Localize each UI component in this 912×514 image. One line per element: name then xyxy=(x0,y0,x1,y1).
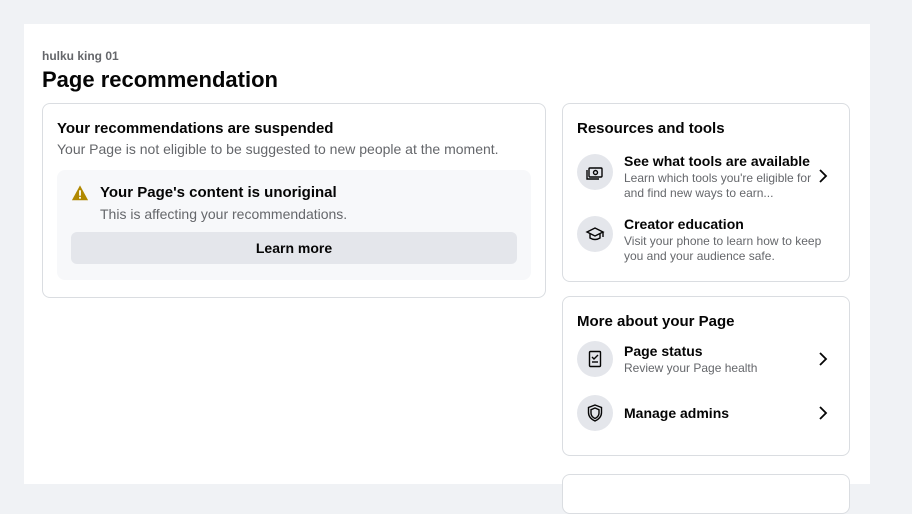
row-subtext: Review your Page health xyxy=(624,361,758,375)
page-owner-name: hulku king 01 xyxy=(42,49,119,63)
icon-container xyxy=(577,341,613,377)
next-card-partial xyxy=(562,474,850,514)
shield-icon xyxy=(587,404,603,422)
resources-heading: Resources and tools xyxy=(577,120,725,137)
page-status-item[interactable]: Page status Review your Page health xyxy=(563,339,849,379)
row-title: Creator education xyxy=(624,216,744,232)
resources-tools-card: Resources and tools See what tools are a… xyxy=(562,103,850,282)
learn-more-button[interactable]: Learn more xyxy=(71,232,517,264)
warning-icon xyxy=(71,185,89,201)
creator-education-item[interactable]: Creator education Visit your phone to le… xyxy=(563,212,849,268)
graduation-cap-icon xyxy=(585,227,605,241)
page-title: Page recommendation xyxy=(42,67,278,92)
checklist-icon xyxy=(588,350,602,368)
chevron-right-icon xyxy=(819,352,828,366)
recommendation-status-card: Your recommendations are suspended Your … xyxy=(42,103,546,298)
tools-available-item[interactable]: See what tools are available Learn which… xyxy=(563,148,849,204)
row-title: Manage admins xyxy=(624,405,730,421)
more-about-page-card: More about your Page Page status Review … xyxy=(562,296,850,456)
money-icon xyxy=(586,167,603,180)
manage-admins-item[interactable]: Manage admins xyxy=(563,393,849,433)
more-about-heading: More about your Page xyxy=(577,313,735,330)
chevron-right-icon xyxy=(819,406,828,420)
warning-title: Your Page's content is unoriginal xyxy=(100,184,337,201)
chevron-right-icon xyxy=(819,169,828,183)
status-subtext: Your Page is not eligible to be suggeste… xyxy=(57,141,499,157)
status-heading: Your recommendations are suspended xyxy=(57,120,334,137)
row-title: Page status xyxy=(624,343,703,359)
row-subtext: Visit your phone to learn how to keep yo… xyxy=(624,234,822,263)
icon-container xyxy=(577,216,613,252)
icon-container xyxy=(577,154,613,190)
warning-subtext: This is affecting your recommendations. xyxy=(100,206,348,222)
row-subtext: Learn which tools you're eligible for an… xyxy=(624,171,812,200)
row-title: See what tools are available xyxy=(624,153,810,169)
icon-container xyxy=(577,395,613,431)
main-panel: hulku king 01 Page recommendation Your r… xyxy=(24,24,870,514)
warning-box: Your Page's content is unoriginal This i… xyxy=(57,170,531,280)
